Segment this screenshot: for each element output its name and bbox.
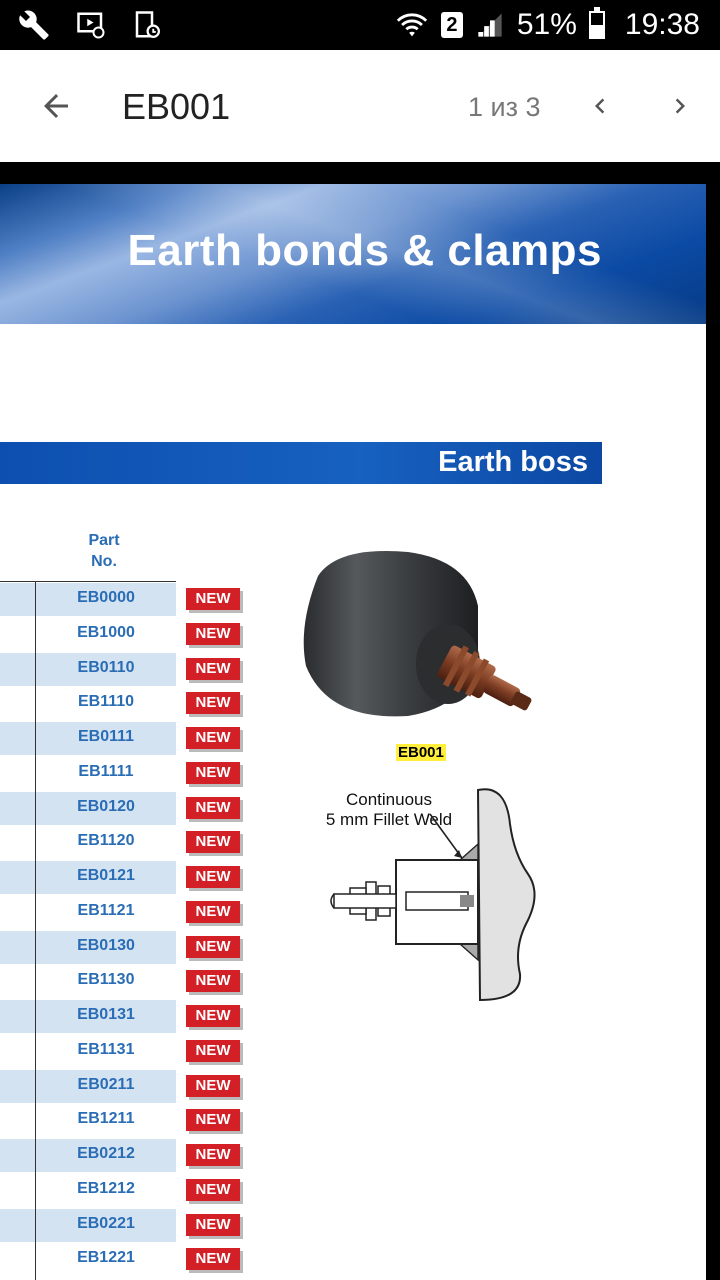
document-page: Earth bonds & clamps Earth boss Part No.… [0, 184, 706, 1280]
back-button[interactable] [30, 80, 82, 132]
arrow-left-icon [44, 94, 68, 118]
previous-page-button[interactable] [580, 86, 620, 126]
part-number: EB1211 [77, 1110, 135, 1128]
new-badge: NEW [186, 1039, 240, 1062]
part-number: EB1120 [77, 832, 135, 850]
part-number: EB0131 [77, 1006, 135, 1023]
part-number: EB0221 [77, 1214, 135, 1232]
table-row: EB0120 NEW [0, 791, 260, 826]
new-badge: NEW [186, 970, 240, 993]
earth-boss-product-image [303, 551, 532, 717]
document-title: EB001 [122, 86, 231, 127]
next-page-button[interactable] [660, 86, 700, 126]
table-row: EB1121 NEW [0, 895, 260, 930]
table-row: EB0131 NEW [0, 999, 260, 1034]
part-number: EB1130 [77, 971, 135, 989]
new-badge: NEW [186, 866, 240, 888]
wifi-icon [396, 13, 428, 37]
part-number: EB1111 [78, 762, 134, 780]
status-bar: 2 51% 19:38 [0, 0, 720, 50]
table-row: EB1120 NEW [0, 825, 260, 860]
table-row: EB0130 NEW [0, 930, 260, 965]
new-badge: NEW [186, 1248, 240, 1271]
media-icon [77, 12, 105, 39]
table-divider [35, 582, 36, 1280]
part-number: EB1000 [77, 623, 135, 641]
new-badge: NEW [186, 831, 240, 854]
banner-title: Earth bonds & clamps [127, 226, 602, 275]
chevron-left-icon [595, 98, 605, 114]
new-badge: NEW [186, 1213, 240, 1236]
part-number: EB1110 [77, 693, 135, 711]
app-bar: EB001 1 из 3 [0, 50, 720, 162]
part-number: EB0121 [77, 867, 135, 884]
part-number: EB0111 [77, 728, 135, 745]
table-row: EB0111 NEW [0, 721, 260, 756]
new-badge: NEW [186, 935, 240, 958]
page-counter: 1 из 3 [468, 92, 541, 122]
new-badge: NEW [186, 761, 240, 784]
part-number: EB1212 [77, 1179, 135, 1197]
new-badge: NEW [186, 1178, 240, 1201]
part-number: EB1131 [77, 1040, 135, 1058]
new-badge: NEW [186, 622, 240, 645]
clock: 19:38 [624, 8, 700, 41]
table-row: EB0110 NEW [0, 652, 260, 687]
new-badge: NEW [186, 1074, 240, 1097]
table-row: EB1212 NEW [0, 1173, 260, 1208]
battery-icon [588, 7, 605, 39]
part-number-header: Part No. [60, 530, 148, 572]
part-header-line2: No. [91, 553, 117, 570]
part-header-line1: Part [88, 532, 120, 549]
document-viewer[interactable]: Earth bonds & clamps Earth boss Part No.… [0, 162, 720, 1280]
new-badge: NEW [186, 1005, 240, 1027]
table-row: EB1000 NEW [0, 617, 260, 652]
table-row: EB0221 NEW [0, 1208, 260, 1243]
part-number: EB0130 [77, 936, 135, 954]
signal-icon [478, 13, 502, 37]
section-header: Earth boss [0, 442, 602, 484]
new-badge: NEW [186, 657, 240, 680]
new-badge: NEW [186, 1109, 240, 1132]
image-caption: EB001 [396, 744, 446, 761]
new-badge: NEW [186, 692, 240, 715]
part-number: EB0212 [77, 1145, 135, 1162]
wrench-icon [19, 10, 49, 40]
part-number: EB1221 [77, 1249, 135, 1267]
part-number: EB0211 [77, 1075, 135, 1093]
new-badge: NEW [186, 1144, 240, 1166]
table-row: EB1110 NEW [0, 686, 260, 721]
part-number: EB1121 [77, 901, 135, 919]
table-row: EB1111 NEW [0, 756, 260, 791]
weld-diagram [330, 788, 536, 1002]
table-row: EB1131 NEW [0, 1034, 260, 1069]
battery-percent: 51% [516, 8, 577, 41]
part-number: EB0120 [77, 797, 135, 815]
section-title: Earth boss [438, 446, 588, 478]
table-row: EB0212 NEW [0, 1138, 260, 1173]
sim-slot-badge: 2 [440, 12, 463, 38]
part-number: EB0110 [77, 658, 135, 676]
new-badge: NEW [186, 727, 240, 749]
new-badge: NEW [186, 588, 240, 610]
table-row: EB1130 NEW [0, 964, 260, 999]
banner: Earth bonds & clamps [0, 184, 706, 324]
table-row: EB1211 NEW [0, 1103, 260, 1138]
table-row: EB0121 NEW [0, 860, 260, 895]
new-badge: NEW [186, 900, 240, 923]
part-number: EB0000 [77, 589, 135, 606]
table-row: EB0211 NEW [0, 1069, 260, 1104]
chevron-right-icon [675, 98, 685, 114]
new-badge: NEW [186, 796, 240, 819]
table-row: EB0000 NEW [0, 582, 260, 617]
table-row: EB1221 NEW [0, 1242, 260, 1277]
device-icon [135, 11, 160, 38]
